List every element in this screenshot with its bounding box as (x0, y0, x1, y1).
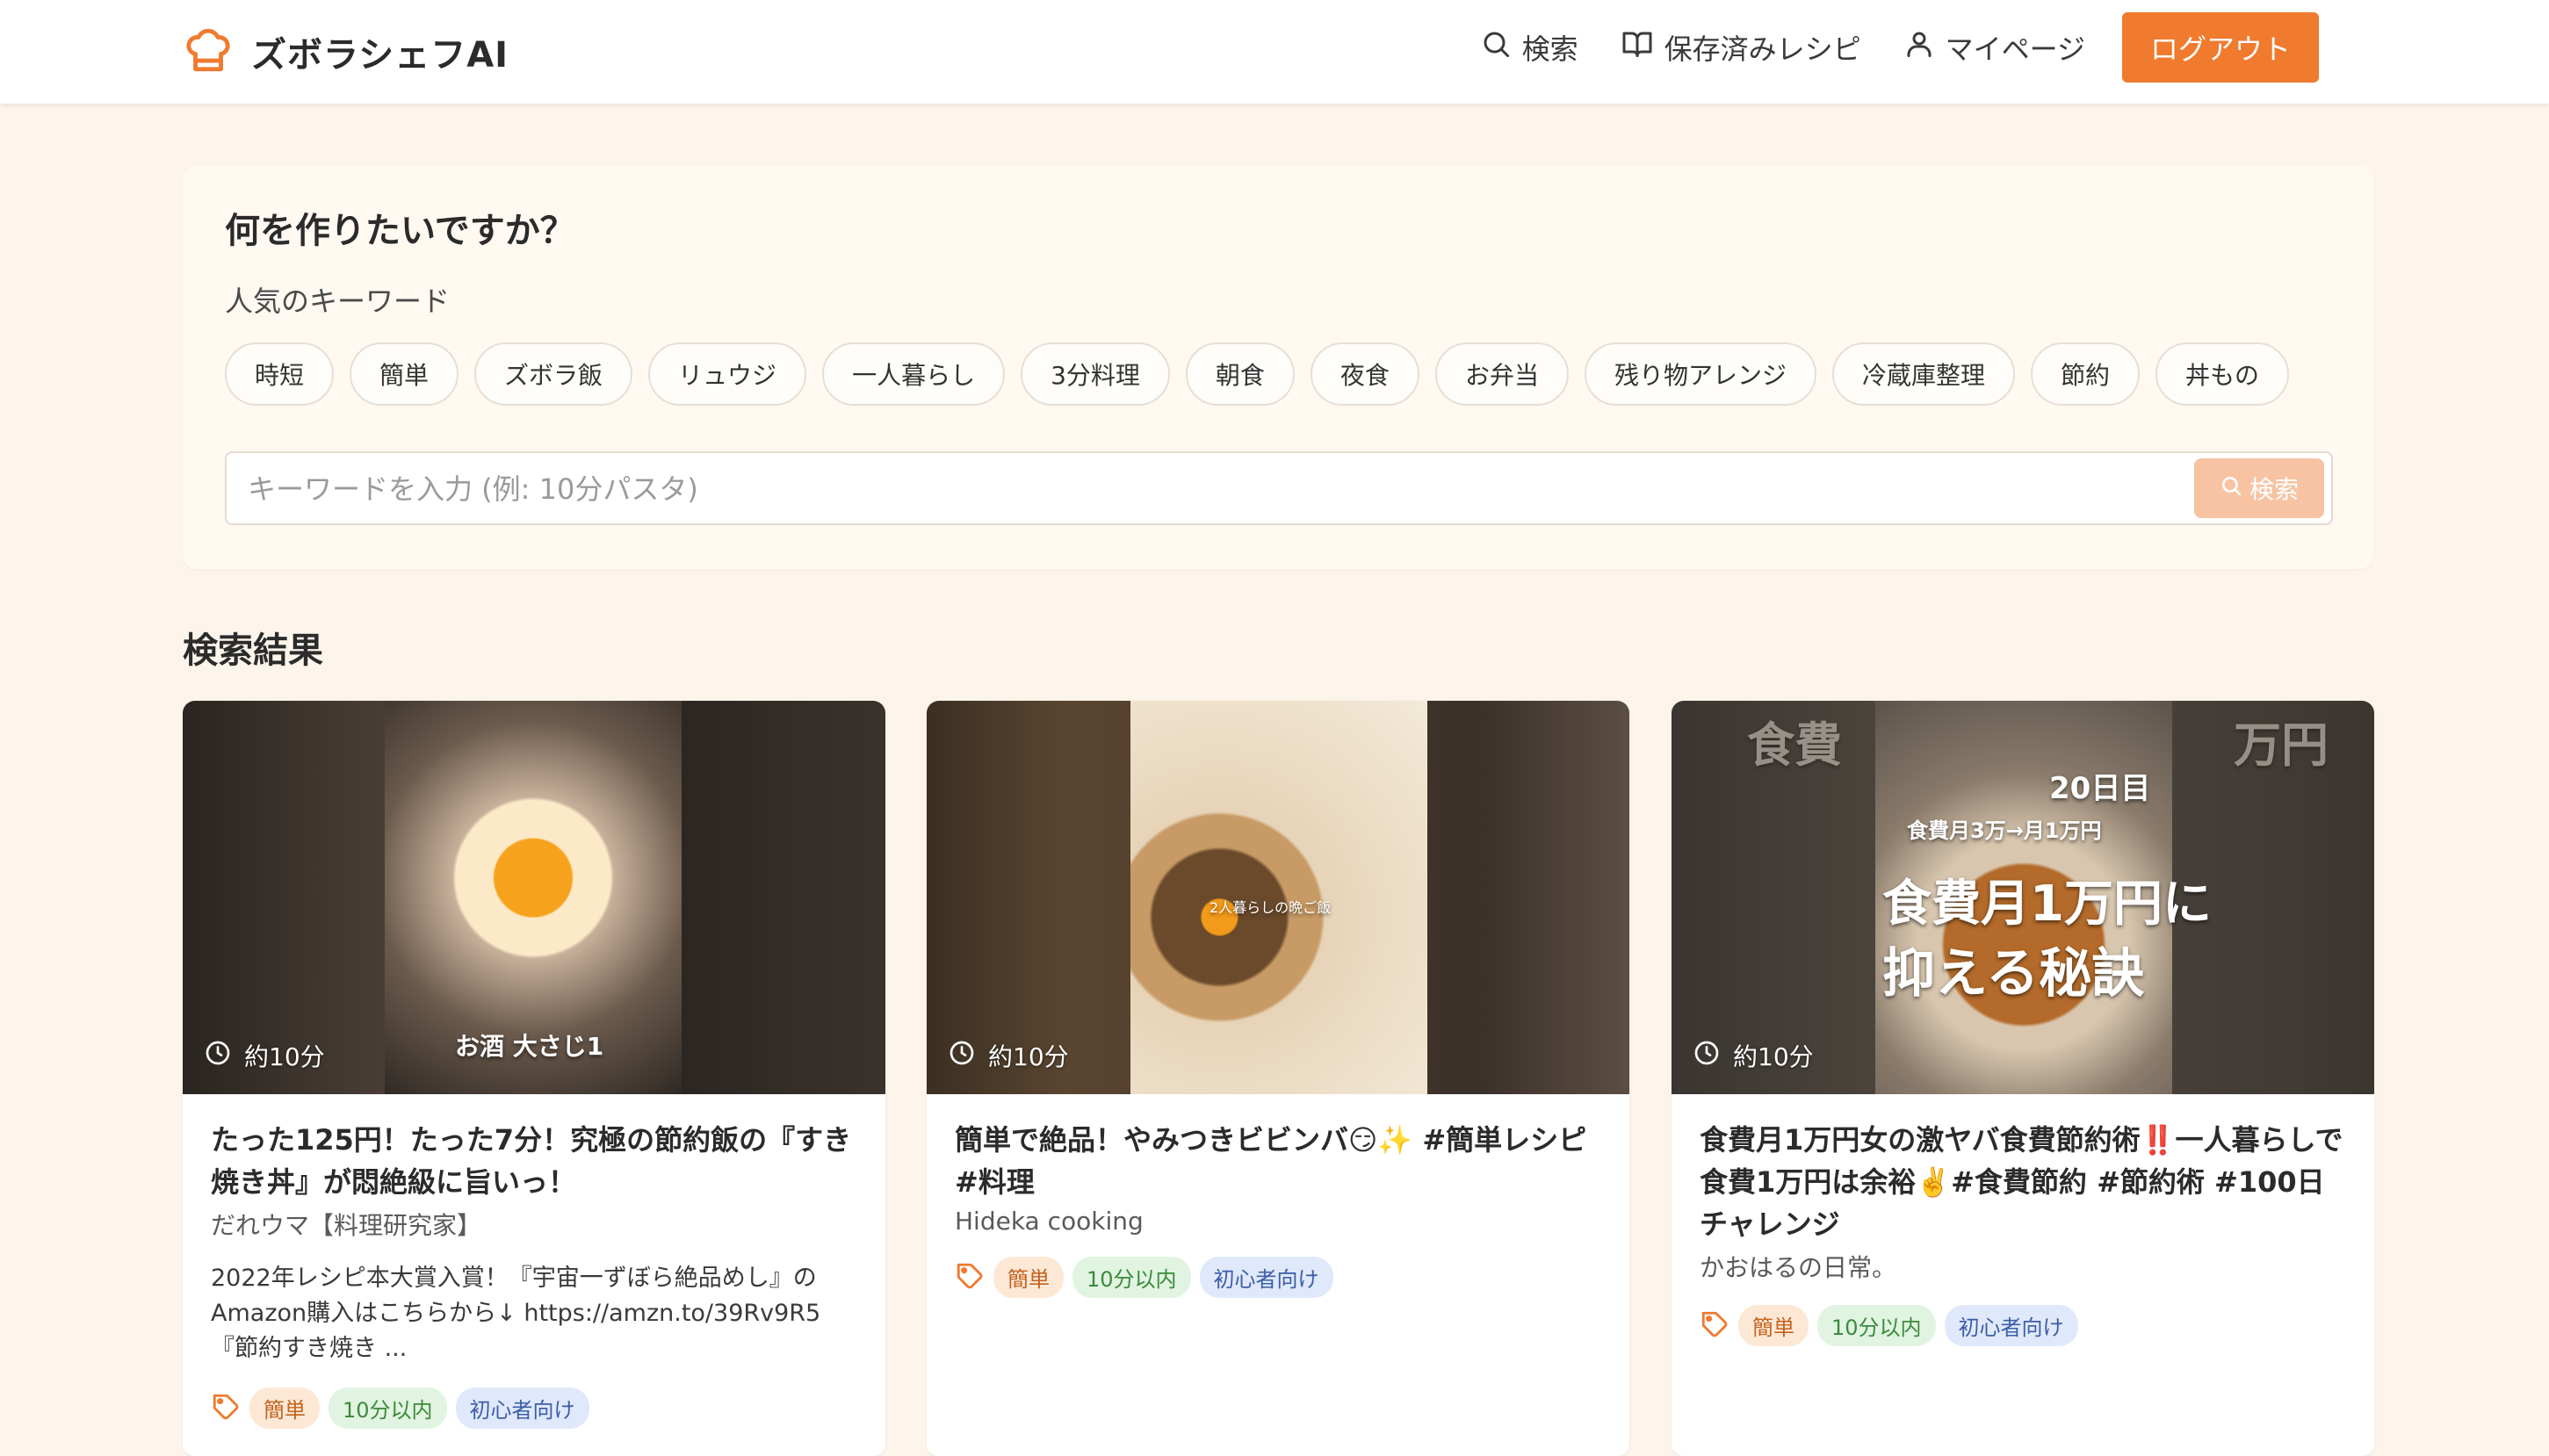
recipe-card[interactable]: 2人暮らしの晩ご飯 約10分 簡単で絶品！やみつきビビンバ😏✨ #簡単レシピ #… (927, 701, 1629, 1456)
nav-saved-recipes[interactable]: 保存済みレシピ (1621, 27, 1861, 68)
brand-name: ズボラシェフAI (251, 35, 509, 76)
keyword-chip[interactable]: 夜食 (1310, 342, 1419, 406)
cook-time: 約10分 (948, 1038, 1069, 1073)
search-input[interactable] (228, 455, 2182, 523)
cook-time: 約10分 (204, 1038, 325, 1073)
tag-under-10min[interactable]: 10分以内 (1817, 1305, 1936, 1346)
clock-icon (948, 1039, 976, 1073)
keyword-chip[interactable]: 節約 (2030, 342, 2140, 406)
keyword-chip[interactable]: 一人暮らし (822, 342, 1006, 406)
recipe-tags: 簡単 10分以内 初心者向け (955, 1257, 1601, 1298)
recipe-author: だれウマ【料理研究家】 (211, 1211, 482, 1240)
nav-mypage-label: マイページ (1945, 32, 2085, 66)
recipe-card[interactable]: お酒 大さじ1 約10分 たった125円！たった7分！究極の節約飯の『すき焼き丼… (183, 701, 885, 1456)
tag-under-10min[interactable]: 10分以内 (329, 1388, 447, 1429)
recipe-author: かおはるの日常。 (1700, 1253, 1897, 1282)
nav-search-label: 検索 (1521, 32, 1578, 66)
top-header: ズボラシェフAI 検索 保存済みレシピ マイページ ログアウト (0, 0, 2549, 104)
tag-icon (211, 1392, 241, 1425)
thumbnail-caption: 抑える秘訣 (1882, 943, 2145, 1005)
nav-mypage[interactable]: マイページ (1903, 27, 2085, 68)
thumbnail-caption: 万円 (2234, 717, 2329, 773)
tag-easy[interactable]: 簡単 (1738, 1305, 1809, 1346)
tag-under-10min[interactable]: 10分以内 (1072, 1257, 1191, 1298)
search-icon (2220, 474, 2242, 503)
chef-hat-icon (183, 25, 234, 79)
user-icon (1903, 28, 1935, 67)
recipe-tags: 簡単 10分以内 初心者向け (1700, 1305, 2346, 1346)
keyword-chip[interactable]: 3分料理 (1021, 342, 1170, 406)
main-nav: 検索 保存済みレシピ マイページ ログアウト (1480, 12, 2319, 83)
search-bar: 検索 (225, 451, 2333, 525)
recipe-thumbnail[interactable]: 食費 万円 20日目 食費月3万→月1万円 食費月1万円に 抑える秘訣 約10分 (1672, 701, 2374, 1094)
clock-icon (1693, 1039, 1721, 1073)
thumbnail-caption: 2人暮らしの晩ご飯 (1210, 899, 1332, 916)
tag-beginner[interactable]: 初心者向け (1199, 1257, 1333, 1298)
tag-easy[interactable]: 簡単 (993, 1257, 1064, 1298)
keyword-chip[interactable]: お弁当 (1434, 342, 1569, 406)
cook-time-label: 約10分 (244, 1042, 325, 1071)
recipe-author: Hideka cooking (955, 1207, 1144, 1236)
brand[interactable]: ズボラシェフAI (183, 21, 509, 83)
popular-keywords-label: 人気のキーワード (225, 285, 451, 318)
clock-icon (204, 1039, 232, 1073)
cook-time-label: 約10分 (1733, 1042, 1814, 1071)
recipe-description: 2022年レシピ本大賞入賞！『宇宙一ずぼら絶品めし』のAmazon購入はこちらか… (211, 1265, 821, 1362)
keyword-chips: 時短 簡単 ズボラ飯 リュウジ 一人暮らし 3分料理 朝食 夜食 お弁当 残り物… (225, 342, 2290, 406)
logout-button[interactable]: ログアウト (2121, 12, 2319, 83)
search-button-label: 検索 (2249, 475, 2299, 504)
keyword-chip[interactable]: リュウジ (648, 342, 807, 406)
recipe-title[interactable]: 簡単で絶品！やみつきビビンバ😏✨ #簡単レシピ #料理 (955, 1119, 1601, 1203)
tag-easy[interactable]: 簡単 (249, 1388, 320, 1429)
cook-time: 約10分 (1693, 1038, 1814, 1073)
recipe-title[interactable]: たった125円！たった7分！究極の節約飯の『すき焼き丼』が悶絶級に旨いっ！ (211, 1119, 857, 1203)
search-button[interactable]: 検索 (2194, 458, 2324, 518)
tag-beginner[interactable]: 初心者向け (1944, 1305, 2078, 1346)
search-icon (1480, 28, 1512, 67)
keyword-chip[interactable]: ズボラ飯 (474, 342, 633, 406)
keyword-chip[interactable]: 丼もの (2155, 342, 2290, 406)
book-icon (1621, 28, 1654, 67)
recipe-tags: 簡単 10分以内 初心者向け (211, 1388, 857, 1429)
recipe-thumbnail[interactable]: 2人暮らしの晩ご飯 約10分 (927, 701, 1629, 1094)
results-title: 検索結果 (183, 631, 323, 671)
keyword-chip[interactable]: 冷蔵庫整理 (1831, 342, 2015, 406)
search-panel-title: 何を作りたいですか？ (225, 211, 575, 251)
keyword-chip[interactable]: 簡単 (350, 342, 459, 406)
keyword-chip[interactable]: 朝食 (1185, 342, 1295, 406)
tag-icon (955, 1261, 985, 1294)
recipe-thumbnail[interactable]: お酒 大さじ1 約10分 (183, 701, 885, 1094)
thumbnail-caption: お酒 大さじ1 (455, 1032, 604, 1061)
tag-beginner[interactable]: 初心者向け (455, 1388, 589, 1429)
thumbnail-caption: 食費月1万円に (1882, 876, 2212, 933)
nav-search[interactable]: 検索 (1480, 27, 1578, 68)
tag-icon (1700, 1309, 1729, 1343)
nav-saved-label: 保存済みレシピ (1664, 32, 1861, 66)
search-panel: 何を作りたいですか？ 人気のキーワード 時短 簡単 ズボラ飯 リュウジ 一人暮ら… (183, 165, 2373, 569)
cook-time-label: 約10分 (988, 1042, 1069, 1071)
thumbnail-caption: 食費月3万→月1万円 (1907, 818, 2102, 843)
recipe-title[interactable]: 食費月1万円女の激ヤバ食費節約術‼️一人暮らしで食費1万円は余裕✌️#食費節約 … (1700, 1119, 2346, 1245)
keyword-chip[interactable]: 残り物アレンジ (1584, 342, 1816, 406)
keyword-chip[interactable]: 時短 (225, 342, 335, 406)
thumbnail-caption: 食費 (1747, 717, 1842, 773)
recipe-card[interactable]: 食費 万円 20日目 食費月3万→月1万円 食費月1万円に 抑える秘訣 約10分… (1672, 701, 2374, 1456)
thumbnail-caption: 20日目 (2049, 771, 2151, 806)
